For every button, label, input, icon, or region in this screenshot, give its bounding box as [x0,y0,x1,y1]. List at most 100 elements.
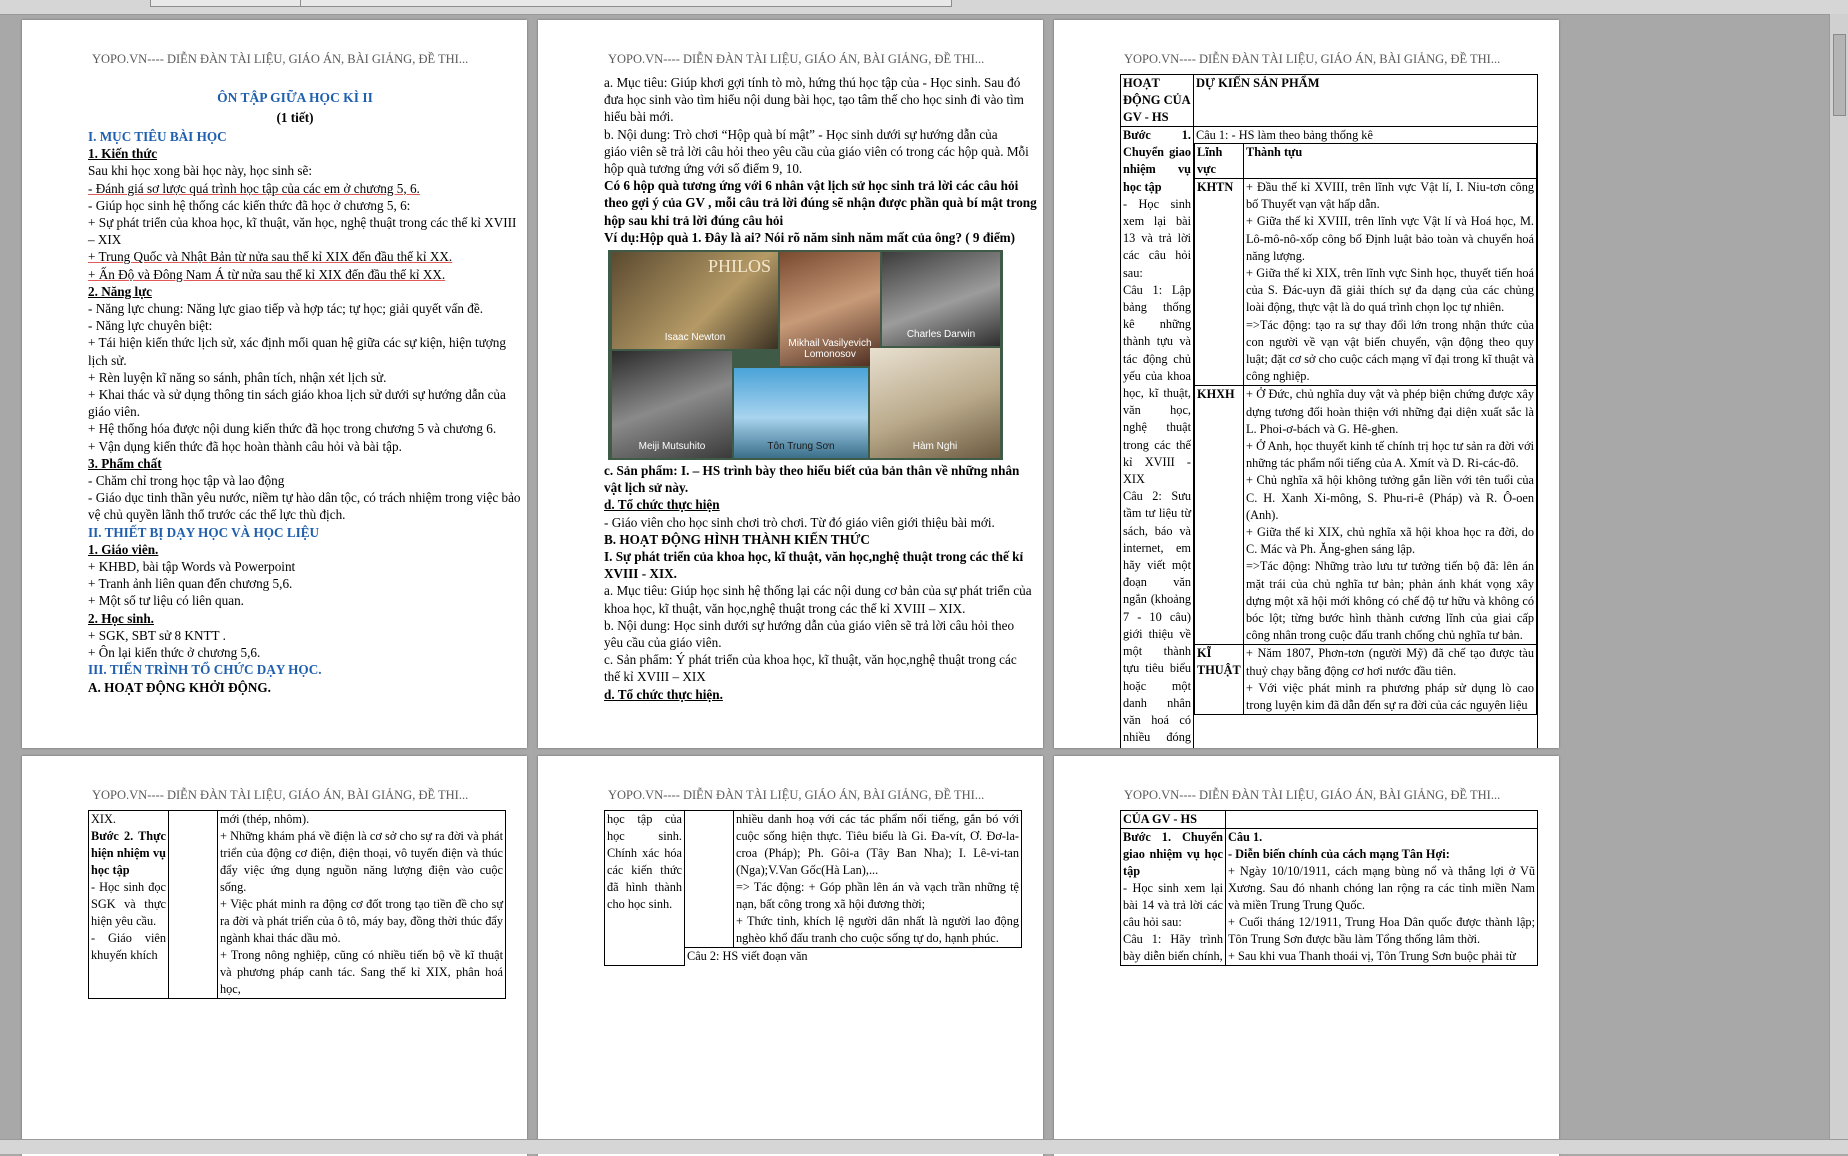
scrollbar-thumb[interactable] [1833,34,1846,116]
text-line: vệ chủ quyền lãnh thổ trước các thế lực … [88,507,346,523]
page-5: YOPO.VN---- DIỄN ĐÀN TÀI LIỆU, GIÁO ÁN, … [538,756,1043,1156]
darwin-portrait: Charles Darwin [882,252,1000,346]
window-tab[interactable] [300,0,952,7]
page-2: YOPO.VN---- DIỄN ĐÀN TÀI LIỆU, GIÁO ÁN, … [538,20,1043,748]
text-line: - Năng lực chung: Năng lực giao tiếp và … [88,301,483,317]
text-line: giáo viên. [88,404,141,420]
cell-paragraph: + Giữa thế kỉ XVIII, trên lĩnh vực Vật l… [1246,214,1534,263]
cell-paragraph: + Trong nông nghiệp, cũng có nhiều tiến … [220,948,503,996]
page-1: YOPO.VN---- DIỄN ĐÀN TÀI LIỆU, GIÁO ÁN, … [22,20,527,748]
vertical-scrollbar[interactable] [1829,14,1848,1139]
cell-paragraph: + Việc phát minh ra động cơ đốt trong tạ… [220,897,503,945]
achievement-text: + Ở Đức, chủ nghĩa duy vật và phép biện … [1243,385,1537,646]
photo-caption: Hàm Nghi [912,441,958,452]
text-line: 1. Kiến thức [88,146,158,162]
text-line: - Năng lực chuyên biệt: [88,318,213,334]
cell-paragraph: + Ở Anh, học thuyết kinh tế chính trị họ… [1246,439,1534,471]
cell-paragraph: + Đầu thế kỉ XVIII, trên lĩnh vực Vật lí… [1246,180,1534,212]
text-line: - Giáo dục tinh thần yêu nước, niềm tự h… [88,490,521,506]
photo-caption: Meiji Mutsuhito [638,441,706,452]
cau2-label: Câu 2: HS viết đoạn văn [687,949,808,963]
page-header: YOPO.VN---- DIỄN ĐÀN TÀI LIỆU, GIÁO ÁN, … [1124,788,1501,802]
ham-nghi-portrait: Hàm Nghi [870,348,1000,458]
page-header: YOPO.VN---- DIỄN ĐÀN TÀI LIỆU, GIÁO ÁN, … [608,788,985,802]
text-line: hộp quà tương ứng với số điểm 9, 10. [604,161,803,177]
achievement-text: + Đầu thế kỉ XVIII, trên lĩnh vực Vật lí… [1243,177,1537,387]
achievements-table: Lĩnh vực Thành tựu KHTN + Đầu thế kỉ XVIII,… [1194,143,1537,716]
cell-paragraph: XIX. [91,812,116,826]
text-line: hộp sau khi trả lời đúng câu hỏi [604,212,784,228]
text-line: Ví dụ:Hộp quà 1. Đây là ai? Nói rõ năm s… [604,229,1016,245]
text-line: + Tranh ảnh liên quan đến chương 5,6. [88,576,293,592]
page-6: YOPO.VN---- DIỄN ĐÀN TÀI LIỆU, GIÁO ÁN, … [1054,756,1559,1156]
text-line: đưa học sinh vào tìm hiểu nội dung bài h… [604,92,1024,108]
text-line: A. HOẠT ĐỘNG KHỞI ĐỘNG. [88,679,271,695]
text-line: + Ôn lại kiến thức ở chương 5,6. [88,645,261,661]
cell-paragraph: - Giáo viên khuyến khích [91,931,166,962]
cell-paragraph: - Học sinh xem lại bài 14 và trả lời các… [1123,881,1223,929]
cell-paragraph: + Thức tỉnh, khích lệ người dân nhất là … [736,914,1019,945]
field-cell [684,810,734,948]
table-header: HOẠT ĐỘNG CỦA GV - HS [1120,74,1194,127]
cell-paragraph: + Cuối tháng 12/1911, Trung Hoa Dân quốc… [1228,915,1535,946]
text-line: d. Tổ chức thực hiện [604,497,720,513]
text-line: b. Nội dung: Trò chơi “Hộp quà bí mật” -… [604,126,998,142]
text-line: - Đánh giá sơ lược quá trình học tập của… [88,180,420,196]
text-line: giáo viên sẽ trả lời câu hỏi theo yêu cầ… [604,143,1029,159]
cell-paragraph: + Chủ nghĩa xã hội không tưởng gắn liền … [1246,473,1534,522]
cell-paragraph: + Ngày 10/10/1911, cách mạng bùng nổ và … [1228,864,1535,912]
text-line: - Chăm chỉ trong học tập và lao động [88,473,285,489]
cau1-label: Câu 1: - HS làm theo bảng thống kê [1196,128,1373,142]
window-tab[interactable] [150,0,302,7]
cell-paragraph: học tập của học sinh. Chính xác hóa các … [607,812,682,911]
photo-caption: Tôn Trung Sơn [767,441,835,452]
status-bar [0,1139,1848,1154]
cell-paragraph: Câu 1. [1228,830,1263,844]
cell-paragraph: - Học sinh đọc SGK và thực hiện yêu cầu. [91,880,166,928]
cell-paragraph: nhiều danh hoạ với các tác phẩm nổi tiến… [736,812,1019,877]
text-line: 1. Giáo viên. [88,541,159,557]
photo-text: PHILOS [708,256,772,276]
table-row: KĨ THUẬT + Năm 1807, Phơn-tơn (người Mỹ) … [1194,644,1537,716]
doc-title: ÔN TẬP GIỮA HỌC KÌ II [217,90,373,105]
newton-portrait: PHILOS Isaac Newton [612,252,778,349]
text-line: – XIX [88,232,122,248]
page-header: YOPO.VN---- DIỄN ĐÀN TÀI LIỆU, GIÁO ÁN, … [92,52,469,66]
text-line: + Rèn luyện kĩ năng so sánh, phân tích, … [88,369,387,385]
text-line: + Sự phát triển của khoa học, kĩ thuật, … [88,215,517,231]
text-line: B. HOẠT ĐỘNG HÌNH THÀNH KIẾN THỨC [604,531,870,547]
activity-table-cont: học tập của học sinh. Chính xác hóa các … [604,810,1022,966]
text-line: vật lịch sử này. [604,480,689,496]
cell-paragraph: mới (thép, nhôm). [220,812,310,826]
cell-paragraph: Câu 1: Lập bảng thống kê những thành tựu… [1123,282,1191,487]
cell-paragraph: + Những khám phá về điện là cơ sở cho sự… [220,829,503,894]
cell-paragraph: - Diễn biến chính của cách mạng Tân Hợi: [1228,847,1450,861]
achievement-cell: nhiều danh hoạ với các tác phẩm nổi tiến… [733,810,1022,948]
table-header [1225,810,1538,829]
text-line: lịch sử. [88,352,127,368]
page-header: YOPO.VN---- DIỄN ĐÀN TÀI LIỆU, GIÁO ÁN, … [608,52,985,66]
photo-caption: Mikhail Vasilyevich Lomonosov [788,338,872,360]
achievement-cell: mới (thép, nhôm). + Những khám phá về điệ… [217,810,506,999]
text-line: XVIII - XIX. [604,566,677,582]
field-cell [168,810,218,999]
cell-paragraph: + Giữa thế kỉ XIX, chủ nghĩa xã hội khoa… [1246,525,1534,557]
table-header: DỰ KIẾN SẢN PHẨM [1193,74,1538,127]
text-line: + KHBD, bài tập Words và Powerpoint [88,559,296,575]
text-line: + Khai thác và sử dụng thông tin sách gi… [88,387,506,403]
activity-table-2: CỦA GV - HS Bước 1. Chuyển giao nhiệm vụ… [1120,810,1538,966]
field-label: KĨ THUẬT [1194,644,1244,716]
title-bar [0,0,1848,15]
lomonosov-portrait: Mikhail Vasilyevich Lomonosov [780,252,880,366]
cell-paragraph: Câu 2: Sưu tầm tư liệu từ sách, báo và i… [1123,489,1191,748]
text-line: 3. Phẩm chất [88,455,162,471]
product-cell: Câu 1: - HS làm theo bảng thống kê Lĩnh … [1193,126,1538,748]
page-header: YOPO.VN---- DIỄN ĐÀN TÀI LIỆU, GIÁO ÁN, … [1124,52,1501,66]
cell-paragraph: - Học sinh xem lại bài 13 và trả lời các… [1123,196,1191,280]
cell-paragraph: Bước 1. Chuyển giao nhiệm vụ học tập [1123,128,1191,194]
teacher-activity-cell: XIX. Bước 2. Thực hiện nhiệm vụ học tập - … [88,810,169,999]
page-4: YOPO.VN---- DIỄN ĐÀN TÀI LIỆU, GIÁO ÁN, … [22,756,527,1156]
text-line: c. Sản phẩm: Ý phát triển của khoa học, … [604,652,1017,668]
cell-paragraph: =>Tác động: Những trào lưu tư tưởng tiến… [1246,559,1534,643]
field-label: KHXH [1194,385,1244,646]
